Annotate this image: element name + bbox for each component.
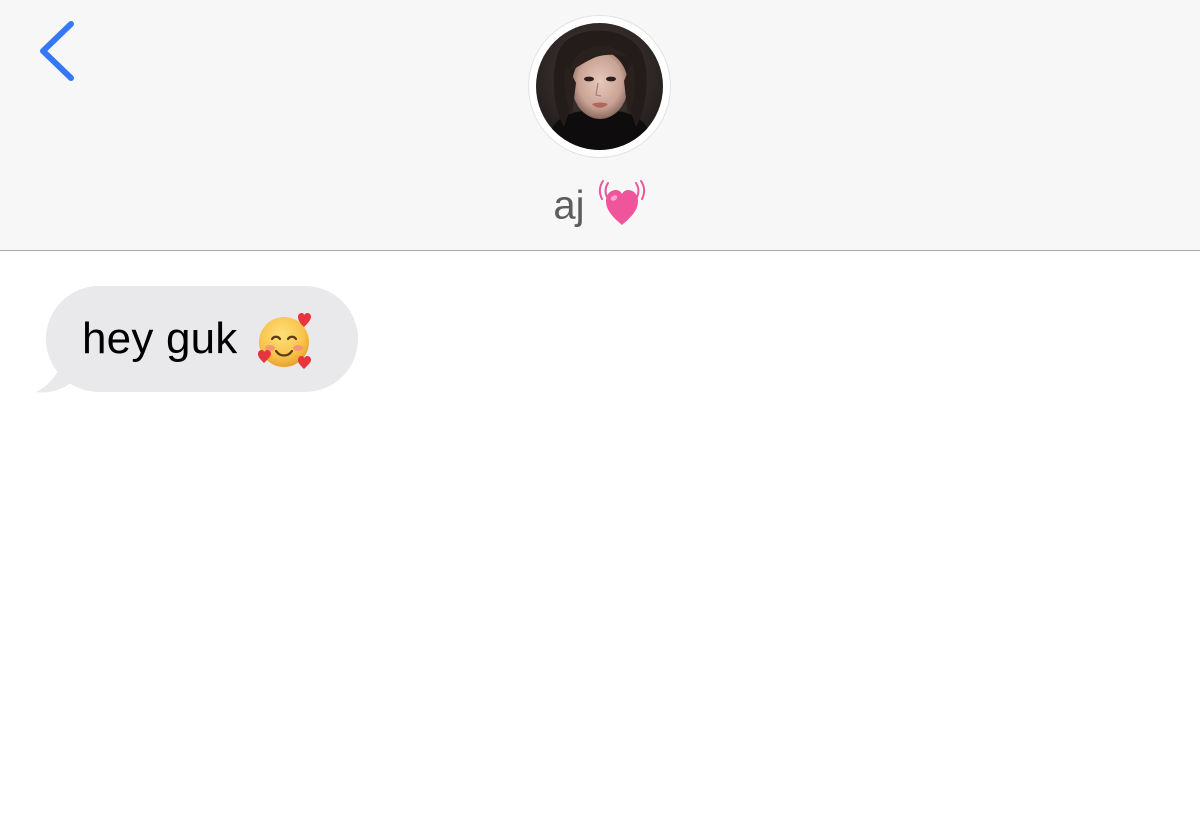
chevron-left-icon (40, 21, 74, 81)
smiling-face-with-hearts-icon (257, 313, 311, 369)
message-received[interactable]: hey guk (34, 286, 364, 396)
message-bubble[interactable]: hey guk (46, 286, 358, 392)
contact-name-text: aj (553, 183, 585, 228)
avatar[interactable] (536, 23, 663, 150)
contact-name[interactable]: aj (0, 175, 1200, 233)
back-button[interactable] (30, 18, 90, 88)
beating-heart-icon (598, 180, 645, 226)
message-text: hey guk (82, 314, 238, 363)
contact-avatar-photo (536, 23, 663, 150)
conversation-header: aj (0, 0, 1200, 251)
message-thread[interactable]: hey guk (0, 252, 1200, 816)
